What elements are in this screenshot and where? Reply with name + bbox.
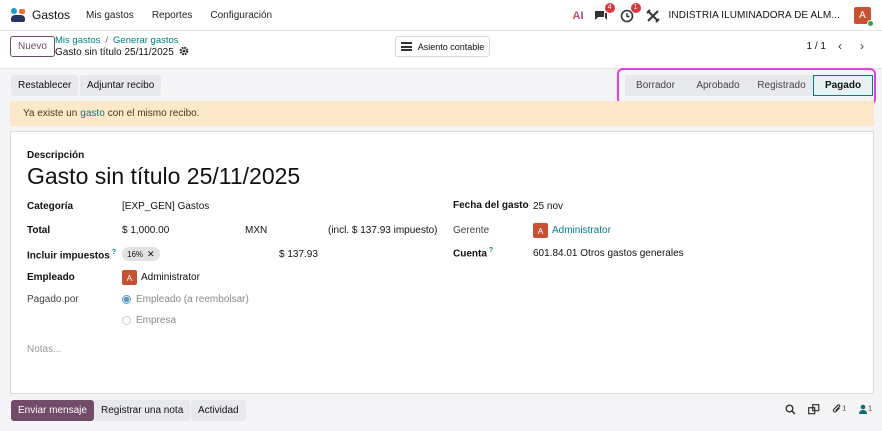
menu-mis-gastos[interactable]: Mis gastos [86, 10, 134, 21]
ai-icon[interactable]: AI [573, 10, 584, 22]
control-panel: Nuevo Mis gastos / Generar gastos Gasto si… [0, 31, 882, 68]
expense-title[interactable]: Gasto sin título 25/11/2025 [27, 163, 300, 190]
warning-suffix: con el mismo recibo. [107, 108, 200, 119]
journal-entry-button[interactable]: Asiento contable [395, 36, 490, 57]
account-field[interactable]: 601.84.01 Otros gastos generales [533, 248, 684, 259]
messages-badge: 4 [604, 2, 615, 13]
top-navbar: Gastos Mis gastos Reportes Configuración… [0, 0, 882, 31]
record-title-text: Gasto sin título 25/11/2025 [55, 47, 174, 58]
record-title: Gasto sin título 25/11/2025 [55, 46, 189, 59]
category-label: Categoría [27, 201, 74, 212]
duplicate-warning: Ya existe un gasto con el mismo recibo. [10, 101, 874, 126]
chevron-right-icon[interactable]: › [852, 36, 872, 56]
chevron-left-icon[interactable]: ‹ [830, 36, 850, 56]
activity-button[interactable]: Actividad [191, 400, 246, 421]
reset-button[interactable]: Restablecer [11, 75, 79, 96]
employee-avatar-initial: A [126, 272, 133, 283]
manager-label: Gerente [453, 225, 490, 236]
log-note-button[interactable]: Registrar una nota [94, 400, 191, 421]
account-label: Cuenta? [453, 247, 493, 259]
help-icon[interactable]: ? [112, 249, 116, 256]
breadcrumb-mis-gastos[interactable]: Mis gastos [55, 35, 100, 46]
paid-by-company-label[interactable]: Empresa [136, 315, 176, 326]
send-message-button[interactable]: Enviar mensaje [11, 400, 94, 421]
tax-amount: $ 137.93 [279, 249, 318, 260]
breadcrumb: Mis gastos / Generar gastos [55, 35, 179, 46]
linked-records-icon[interactable] [808, 404, 820, 418]
total-label: Total [27, 225, 51, 236]
messages-icon[interactable]: 4 [594, 2, 615, 23]
activity-clock-icon[interactable]: 1 [620, 2, 641, 23]
gear-icon[interactable] [179, 46, 189, 59]
help-icon[interactable]: ? [489, 247, 493, 254]
employee-field[interactable]: Administrator [141, 272, 200, 283]
attach-receipt-button[interactable]: Adjuntar recibo [80, 75, 162, 96]
search-icon[interactable] [785, 404, 796, 418]
app-name[interactable]: Gastos [32, 8, 70, 22]
followers-icon[interactable]: 1 [858, 404, 872, 418]
breadcrumb-generar-gastos[interactable]: Generar gastos [113, 35, 178, 46]
attachments-count: 1 [842, 405, 847, 413]
tax-included-text: (incl. $ 137.93 impuesto) [328, 225, 438, 236]
warning-link[interactable]: gasto [80, 108, 104, 119]
activity-badge: 1 [630, 2, 641, 13]
user-initial: A [859, 10, 866, 21]
user-avatar[interactable]: A [854, 7, 874, 27]
manager-field[interactable]: Administrator [552, 225, 611, 236]
date-label: Fecha del gasto [453, 200, 529, 211]
account-label-text: Cuenta [453, 248, 487, 260]
currency-field[interactable]: MXN [245, 225, 267, 236]
paperclip-icon[interactable]: 1 [832, 404, 846, 418]
breadcrumb-separator: / [105, 35, 109, 46]
paid-by-employee-radio[interactable] [122, 295, 131, 304]
remove-tag-icon[interactable]: ✕ [147, 249, 155, 260]
warning-prefix: Ya existe un [23, 108, 78, 119]
expenses-app-icon[interactable] [11, 8, 25, 22]
tools-icon[interactable] [645, 8, 660, 23]
employee-label: Empleado [27, 272, 75, 283]
followers-count: 1 [868, 405, 872, 413]
pager-value[interactable]: 1 / 1 [807, 41, 826, 52]
paid-by-employee-label[interactable]: Empleado (a reembolsar) [136, 294, 249, 305]
manager-avatar-initial: A [537, 225, 544, 236]
paid-by-company-radio[interactable] [122, 316, 131, 325]
employee-avatar: A [122, 270, 137, 285]
stage-highlight-outline [617, 68, 876, 105]
menu-configuracion[interactable]: Configuración [210, 10, 272, 21]
chatter-icons: 1 1 [773, 404, 872, 418]
tax-tag-label: 16% [127, 249, 144, 259]
journal-entry-label: Asiento contable [417, 41, 485, 52]
form-sheet: Descripción Gasto sin título 25/11/2025 … [10, 131, 874, 394]
tax-tag[interactable]: 16% ✕ [122, 247, 160, 261]
list-icon [400, 42, 412, 51]
notes-field[interactable]: Notas... [27, 344, 61, 355]
menu-reportes[interactable]: Reportes [152, 10, 193, 21]
taxes-label-text: Incluir impuestos [27, 250, 110, 262]
company-switcher[interactable]: INDISTRIA ILUMINADORA DE ALM... [669, 10, 840, 21]
date-field[interactable]: 25 nov [533, 201, 563, 212]
total-field[interactable]: $ 1,000.00 [122, 225, 169, 236]
manager-avatar: A [533, 223, 548, 238]
description-label: Descripción [27, 150, 85, 161]
paid-by-label: Pagado por [27, 294, 79, 305]
new-button[interactable]: Nuevo [10, 36, 55, 57]
online-status-dot [867, 20, 874, 27]
chatter-bar: Enviar mensaje Registrar una nota Activi… [0, 398, 882, 431]
category-field[interactable]: [EXP_GEN] Gastos [122, 201, 209, 212]
taxes-label: Incluir impuestos? [27, 249, 116, 261]
